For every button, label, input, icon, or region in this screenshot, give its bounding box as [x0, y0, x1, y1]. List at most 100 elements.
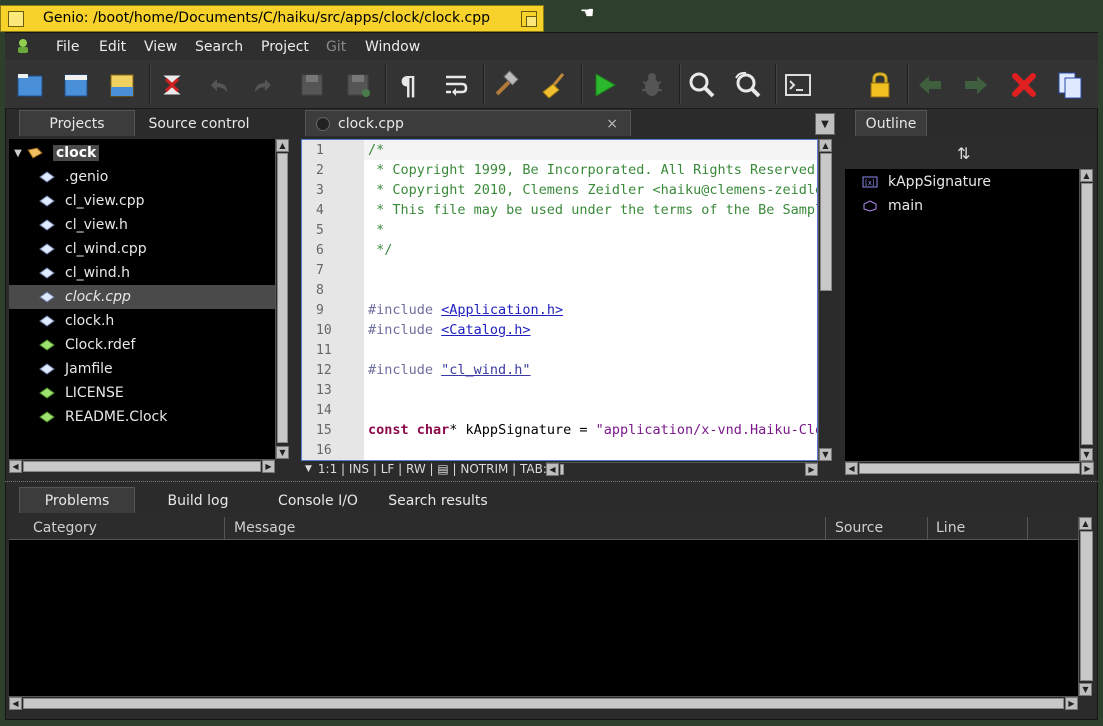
tree-file-item[interactable]: LICENSE	[9, 381, 275, 405]
tree-file-item[interactable]: clock.cpp	[9, 285, 275, 309]
menu-search[interactable]: Search	[195, 39, 243, 55]
editor-hscroll[interactable]: ◀ ▶	[546, 462, 818, 476]
run-icon[interactable]	[587, 68, 621, 102]
tree-file-item[interactable]: Jamfile	[9, 357, 275, 381]
back-icon[interactable]	[913, 68, 947, 102]
build-hammer-icon[interactable]	[489, 68, 523, 102]
horizontal-splitter[interactable]	[5, 481, 1098, 486]
tree-file-item[interactable]: cl_wind.cpp	[9, 237, 275, 261]
file-status-icon	[316, 116, 330, 131]
file-code-icon	[39, 219, 55, 231]
tree-file-label: Jamfile	[65, 361, 113, 377]
tab-projects[interactable]: Projects	[19, 110, 135, 136]
code-editor[interactable]: 1 2 3 4 5 6 7 8 9 10 11 12 13 14 15 16 /* * Copyright 1…	[301, 139, 818, 461]
tree-file-item[interactable]: Clock.rdef	[9, 333, 275, 357]
tab-build-log[interactable]: Build log	[140, 488, 256, 514]
tab-outline[interactable]: Outline	[855, 110, 927, 136]
code-line-1: /*	[368, 142, 385, 158]
redo-icon[interactable]	[247, 68, 281, 102]
tree-root-clock[interactable]: ▼ clock	[9, 141, 275, 165]
expand-arrow-icon[interactable]: ▼	[9, 148, 27, 159]
code-line-2: * Copyright 1999, Be Incorporated. All R…	[368, 162, 818, 178]
problems-hscroll[interactable]: ◀ ▶	[9, 696, 1078, 710]
column-line[interactable]: Line	[928, 517, 1028, 539]
outline-hscroll[interactable]: ◀ ▶	[845, 461, 1094, 475]
tab-source-control[interactable]: Source control	[138, 111, 260, 137]
tree-file-item[interactable]: cl_view.cpp	[9, 189, 275, 213]
tree-file-label: cl_wind.cpp	[65, 241, 147, 257]
forward-icon[interactable]	[959, 68, 993, 102]
debug-bug-icon[interactable]	[635, 68, 669, 102]
sort-icon[interactable]: ⇅	[957, 144, 970, 163]
line-number: 5	[316, 223, 324, 238]
tree-file-item[interactable]: cl_view.h	[9, 213, 275, 237]
folder-open-icon[interactable]	[59, 68, 93, 102]
menu-file[interactable]: File	[56, 39, 79, 55]
project-tree: ▼ clock .genio cl_view.cpp cl_view.h cl_win…	[9, 139, 289, 459]
status-arrow-icon[interactable]: ▼	[305, 464, 312, 474]
lock-icon[interactable]	[863, 68, 897, 102]
tab-search-results[interactable]: Search results	[380, 488, 496, 514]
code-line-15: const char* kAppSignature = "application…	[368, 422, 818, 438]
close-file-icon[interactable]	[1007, 68, 1041, 102]
clean-broom-icon[interactable]	[537, 68, 571, 102]
column-source[interactable]: Source	[827, 517, 928, 539]
tab-problems[interactable]: Problems	[19, 487, 135, 513]
problems-table-header: Category Message Source Line	[9, 517, 1094, 540]
editor-vscroll[interactable]: ▲ ▼	[818, 139, 833, 461]
column-category[interactable]: Category	[25, 517, 225, 539]
wrap-icon[interactable]	[439, 68, 473, 102]
outline-vscroll[interactable]: ▲ ▼	[1079, 169, 1094, 461]
terminal-icon[interactable]	[781, 68, 815, 102]
file-code-icon	[39, 291, 55, 303]
window-title: Genio: /boot/home/Documents/C/haiku/src/…	[43, 10, 491, 26]
outline-toolbar: ⇅	[845, 139, 1094, 169]
menu-git[interactable]: Git	[326, 39, 346, 55]
problems-vscroll[interactable]: ▲ ▼	[1078, 517, 1094, 696]
tree-file-label: README.Clock	[65, 409, 168, 425]
code-line-3: * Copyright 2010, Clemens Zeidler <haiku…	[368, 182, 818, 198]
tab-menu-dropdown-icon[interactable]: ▼	[815, 113, 835, 135]
line-number: 12	[316, 363, 332, 378]
pilcrow-icon[interactable]: ¶	[391, 68, 425, 102]
file-code-icon	[39, 363, 55, 375]
close-project-icon[interactable]	[155, 68, 189, 102]
folder-icon[interactable]	[13, 68, 47, 102]
save-all-icon[interactable]	[341, 68, 375, 102]
genio-app-icon[interactable]	[15, 38, 31, 54]
window-title-tab[interactable]: Genio: /boot/home/Documents/C/haiku/src/…	[0, 5, 544, 32]
tree-file-item[interactable]: cl_wind.h	[9, 261, 275, 285]
window-zoom-box[interactable]	[521, 11, 537, 27]
find-replace-icon[interactable]	[731, 68, 765, 102]
project-icon	[27, 147, 43, 159]
problems-table-body	[9, 540, 1078, 696]
tree-file-item[interactable]: README.Clock	[9, 405, 275, 429]
line-number: 13	[316, 383, 332, 398]
menu-window[interactable]: Window	[365, 39, 420, 55]
tree-file-item[interactable]: .genio	[9, 165, 275, 189]
outline-item-main[interactable]: main	[845, 194, 1079, 218]
menu-edit[interactable]: Edit	[99, 39, 126, 55]
tree-file-item[interactable]: clock.h	[9, 309, 275, 333]
tab-editor-file[interactable]: clock.cpp ×	[305, 110, 631, 136]
outline-item-kAppSignature[interactable]: [x] kAppSignature	[845, 170, 1079, 194]
outline-list: [x] kAppSignature main	[845, 169, 1079, 461]
project-tree-hscroll[interactable]: ◀ ▶	[9, 459, 275, 473]
save-icon[interactable]	[295, 68, 329, 102]
find-icon[interactable]	[685, 68, 719, 102]
tree-file-label: cl_view.cpp	[65, 193, 145, 209]
tab-console-io[interactable]: Console I/O	[260, 488, 376, 514]
folder-side-icon[interactable]	[105, 68, 139, 102]
line-number: 4	[316, 203, 324, 218]
file-list-icon[interactable]	[1053, 68, 1087, 102]
column-message[interactable]: Message	[226, 517, 826, 539]
line-number: 1	[316, 143, 324, 158]
undo-icon[interactable]	[201, 68, 235, 102]
window-close-box[interactable]	[8, 11, 24, 27]
menu-project[interactable]: Project	[261, 39, 309, 55]
project-tree-vscroll[interactable]: ▲ ▼	[275, 139, 289, 459]
line-number: 11	[316, 343, 332, 358]
toolbar: ¶	[5, 60, 1098, 109]
close-tab-icon[interactable]: ×	[606, 116, 618, 132]
menu-view[interactable]: View	[144, 39, 177, 55]
